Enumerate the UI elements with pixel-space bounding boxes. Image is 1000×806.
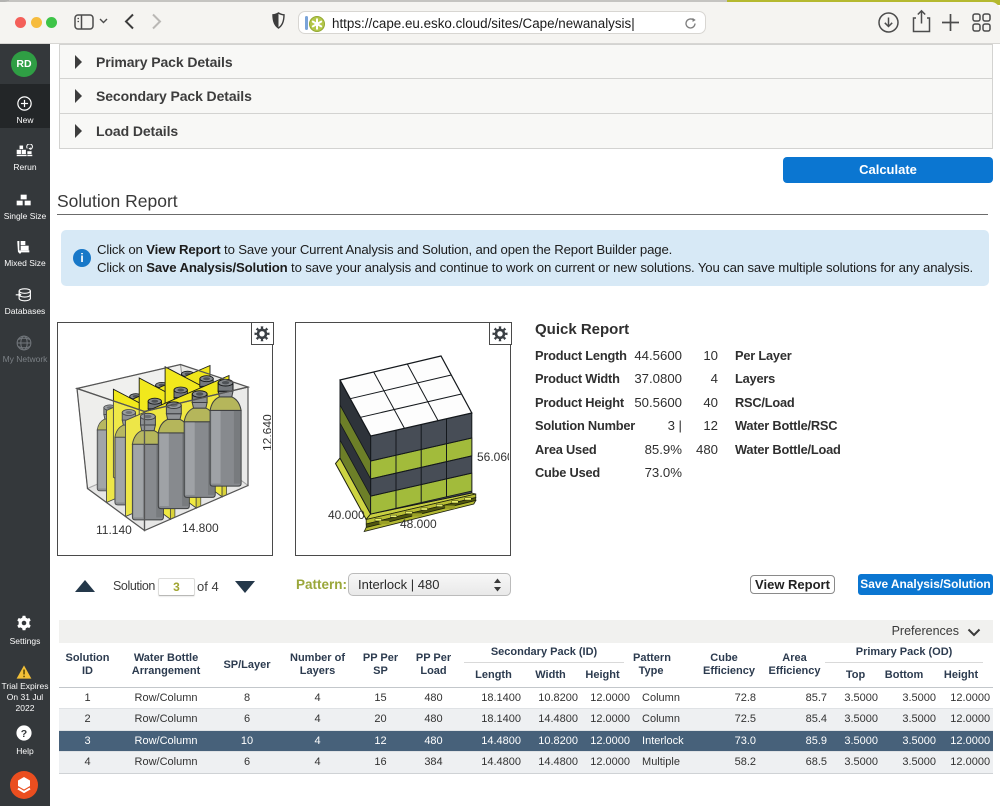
svg-text:14.800: 14.800 — [182, 521, 219, 535]
svg-text:?: ? — [21, 728, 27, 740]
svg-text:40.000: 40.000 — [328, 508, 365, 522]
svg-text:12.640: 12.640 — [261, 414, 272, 451]
svg-text:56.060: 56.060 — [477, 450, 509, 464]
svg-text:11.140: 11.140 — [96, 523, 132, 537]
svg-text:48.000: 48.000 — [400, 517, 437, 531]
